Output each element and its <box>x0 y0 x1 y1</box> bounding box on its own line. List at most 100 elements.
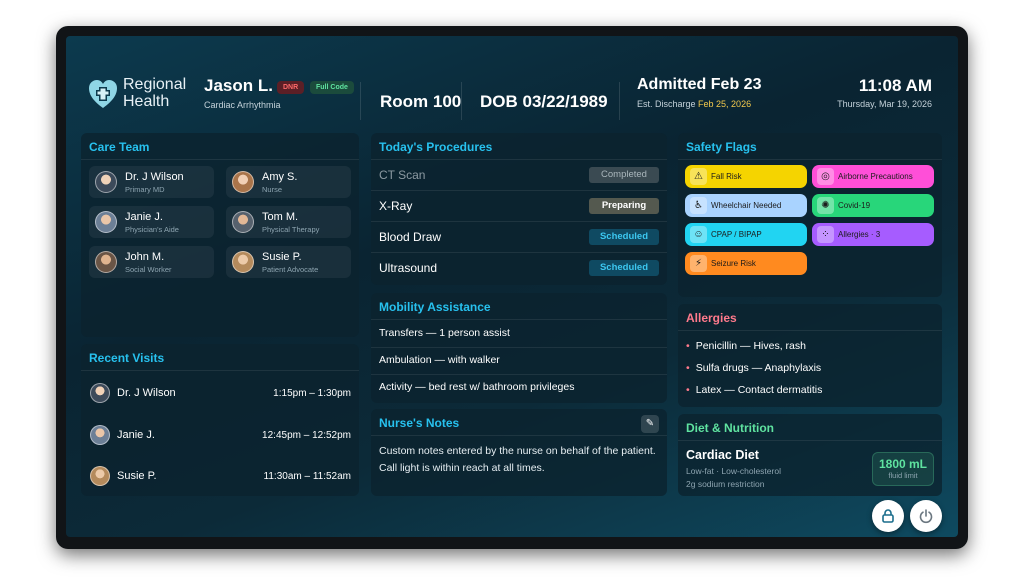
allergies-panel: Allergies • Penicillin — Hives, rash • Sul… <box>678 304 942 407</box>
diet-detail: 2g sodium restriction <box>686 479 765 489</box>
divider <box>81 370 359 371</box>
header-divider <box>360 82 361 120</box>
procedure-name: Blood Draw <box>379 230 442 244</box>
avatar <box>90 383 110 403</box>
mobility-item: Activity — bed rest w/ bathroom privileg… <box>379 381 575 393</box>
care-team-member[interactable]: Janie J. Physician's Aide <box>89 206 214 238</box>
dnr-badge: DNR <box>277 81 305 94</box>
diet-panel: Diet & Nutrition Cardiac Diet Low-fat · … <box>678 414 942 496</box>
visit-row[interactable]: Susie P. 11:30am – 11:52am <box>81 456 359 498</box>
member-name: Dr. J Wilson <box>125 171 184 183</box>
bullet-icon: • <box>686 362 690 374</box>
header-divider <box>619 82 620 120</box>
care-team-member[interactable]: Tom M. Physical Therapy <box>226 206 351 238</box>
flag-label: Covid-19 <box>838 201 871 210</box>
flag-label: CPAP / BIPAP <box>711 230 762 239</box>
procedure-row[interactable]: CT Scan Completed <box>371 159 667 190</box>
divider <box>678 159 942 160</box>
safety-flag-fall-risk[interactable]: ⚠ Fall Risk <box>685 165 807 188</box>
lock-button[interactable] <box>872 500 904 532</box>
clock-time: 11:08 AM <box>858 76 932 95</box>
cpap-icon: ☺ <box>690 226 707 243</box>
safety-flags-panel: Safety Flags ⚠ Fall Risk ◎ Airborne Prec… <box>678 133 942 297</box>
member-role: Physician's Aide <box>125 225 179 234</box>
room-number: Room 100 <box>380 92 462 111</box>
heart-cross-logo-icon <box>89 80 117 108</box>
divider <box>371 347 667 348</box>
allergy-item: • Latex — Contact dermatitis <box>686 384 822 396</box>
status-badge: Scheduled <box>589 260 659 276</box>
safety-flag-wheelchair[interactable]: ♿ Wheelchair Needed <box>685 194 807 217</box>
care-team-panel: Care Team Dr. J Wilson Primary MD Amy S.… <box>81 133 359 337</box>
patient-diagnosis: Cardiac Arrhythmia <box>204 100 281 110</box>
lightning-icon: ⚡ <box>690 255 707 272</box>
safety-flags-title: Safety Flags <box>686 140 757 154</box>
avatar <box>90 425 110 445</box>
procedure-row[interactable]: X-Ray Preparing <box>371 190 667 221</box>
visit-name: Susie P. <box>117 470 157 482</box>
patient-name: Jason L. <box>204 76 273 95</box>
care-team-member[interactable]: Dr. J Wilson Primary MD <box>89 166 214 198</box>
procedure-name: Ultrasound <box>379 261 438 275</box>
est-discharge: Est. Discharge Feb 25, 2026 <box>637 99 751 109</box>
visit-row[interactable]: Janie J. 12:45pm – 12:52pm <box>81 415 359 457</box>
bullet-icon: • <box>686 384 690 396</box>
member-name: John M. <box>125 251 165 263</box>
safety-flag-seizure[interactable]: ⚡ Seizure Risk <box>685 252 807 275</box>
member-role: Nurse <box>262 185 283 194</box>
fluid-limit-value: 1800 mL <box>878 457 928 471</box>
brand-name: Regional Health <box>123 76 186 110</box>
care-team-member[interactable]: Susie P. Patient Advocate <box>226 246 351 278</box>
admitted-date: Admitted Feb 23 <box>637 76 762 93</box>
discharge-label: Est. Discharge <box>637 99 699 109</box>
member-role: Patient Advocate <box>262 265 319 274</box>
divider <box>678 330 942 331</box>
mask-icon: ◎ <box>817 168 834 185</box>
safety-flag-airborne[interactable]: ◎ Airborne Precautions <box>812 165 934 188</box>
virus-icon: ✺ <box>817 197 834 214</box>
visit-row[interactable]: Dr. J Wilson 1:15pm – 1:30pm <box>81 373 359 415</box>
care-team-member[interactable]: John M. Social Worker <box>89 246 214 278</box>
bullet-icon: • <box>686 340 690 352</box>
member-name: Susie P. <box>262 251 302 263</box>
allergy-item: • Sulfa drugs — Anaphylaxis <box>686 362 821 374</box>
brand-line-2: Health <box>123 93 170 110</box>
care-team-member[interactable]: Amy S. Nurse <box>226 166 351 198</box>
avatar <box>95 171 117 193</box>
safety-flag-allergies[interactable]: ⁘ Allergies · 3 <box>812 223 934 246</box>
procedures-title: Today's Procedures <box>379 140 493 154</box>
notes-text: Custom notes entered by the nurse on beh… <box>379 445 656 474</box>
allergies-title: Allergies <box>686 311 737 325</box>
avatar <box>232 211 254 233</box>
recent-visits-panel: Recent Visits Dr. J Wilson 1:15pm – 1:30… <box>81 344 359 496</box>
fluid-limit-label: fluid limit <box>888 471 918 480</box>
fluid-limit-badge: 1800 mL fluid limit <box>872 452 934 486</box>
power-button[interactable] <box>910 500 942 532</box>
status-badge: Completed <box>589 167 659 183</box>
allergy-text: Penicillin — Hives, rash <box>695 340 806 352</box>
discharge-date: Feb 25, 2026 <box>698 99 752 109</box>
diet-title: Diet & Nutrition <box>686 421 774 435</box>
procedure-row[interactable]: Ultrasound Scheduled <box>371 252 667 283</box>
flag-label: Wheelchair Needed <box>711 201 782 210</box>
avatar <box>232 251 254 273</box>
visit-name: Janie J. <box>117 429 155 441</box>
allergy-text: Latex — Contact dermatitis <box>695 384 823 396</box>
allergy-icon: ⁘ <box>817 226 834 243</box>
lock-icon <box>882 509 894 523</box>
procedures-panel: Today's Procedures CT Scan Completed X-R… <box>371 133 667 285</box>
visit-time: 11:30am – 11:52am <box>263 471 351 482</box>
diet-name: Cardiac Diet <box>686 448 759 462</box>
nurses-notes-panel: Nurse's Notes ✎ Custom notes entered by … <box>371 409 667 496</box>
avatar <box>90 466 110 486</box>
edit-notes-button[interactable]: ✎ <box>641 415 659 433</box>
divider <box>371 435 667 436</box>
visit-time: 12:45pm – 12:52pm <box>262 430 351 441</box>
safety-flag-cpap[interactable]: ☺ CPAP / BIPAP <box>685 223 807 246</box>
procedure-row[interactable]: Blood Draw Scheduled <box>371 221 667 252</box>
power-icon <box>919 509 933 524</box>
mobility-item: Ambulation — with walker <box>379 354 500 366</box>
status-badge: Scheduled <box>589 229 659 245</box>
safety-flag-covid[interactable]: ✺ Covid-19 <box>812 194 934 217</box>
clock-date: Thursday, Mar 19, 2026 <box>837 99 932 109</box>
